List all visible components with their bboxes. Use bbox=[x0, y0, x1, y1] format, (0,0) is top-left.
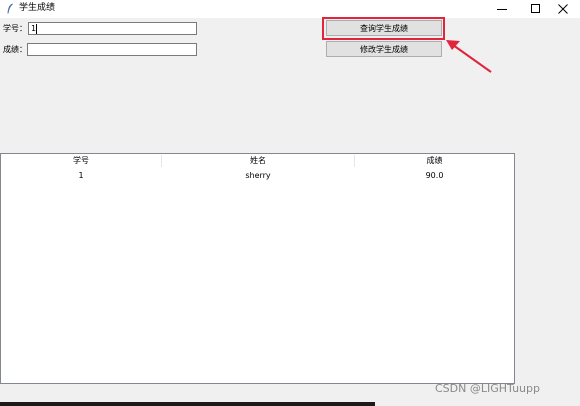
title-bar: 学生成绩 bbox=[0, 0, 580, 18]
watermark-text: CSDN @LIGHTuupp bbox=[435, 382, 540, 395]
column-header-name[interactable]: 姓名 bbox=[162, 154, 354, 168]
annotation-highlight-box bbox=[322, 17, 445, 40]
score-input[interactable] bbox=[27, 43, 197, 56]
score-table[interactable]: 学号 姓名 成绩 1 sherry 90.0 bbox=[0, 153, 515, 384]
student-id-label: 学号： bbox=[3, 24, 27, 33]
feather-icon bbox=[7, 3, 13, 14]
minimize-button[interactable] bbox=[485, 0, 519, 18]
cell-student-id: 1 bbox=[78, 171, 84, 180]
minimize-icon bbox=[497, 9, 507, 10]
score-label: 成绩： bbox=[3, 45, 27, 54]
footer-divider bbox=[0, 402, 375, 406]
modify-score-button[interactable]: 修改学生成绩 bbox=[326, 41, 442, 57]
close-icon bbox=[558, 4, 568, 14]
modify-score-button-label: 修改学生成绩 bbox=[360, 44, 408, 54]
student-id-input[interactable]: 1 bbox=[28, 22, 197, 35]
cell-name: sherry bbox=[245, 171, 271, 180]
table-header: 学号 姓名 成绩 bbox=[1, 154, 514, 168]
column-header-score[interactable]: 成绩 bbox=[355, 154, 514, 168]
close-button[interactable] bbox=[546, 0, 580, 18]
text-caret bbox=[36, 24, 38, 34]
annotation-arrow-icon bbox=[446, 40, 492, 73]
cell-score: 90.0 bbox=[425, 171, 444, 180]
maximize-icon bbox=[531, 4, 540, 13]
table-row[interactable]: 1 sherry 90.0 bbox=[1, 170, 514, 182]
column-header-student-id[interactable]: 学号 bbox=[1, 154, 161, 168]
window-title: 学生成绩 bbox=[19, 3, 56, 13]
